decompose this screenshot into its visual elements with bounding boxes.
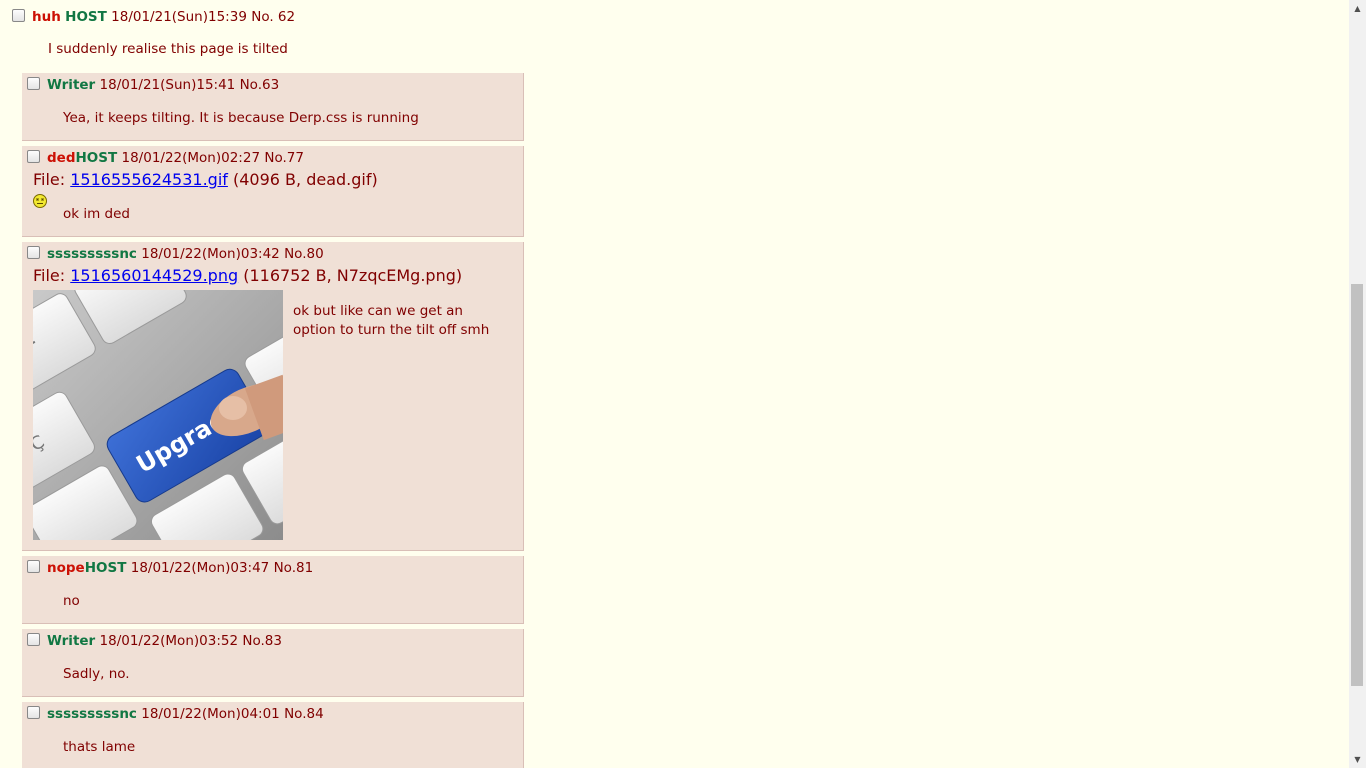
post-message: ok but like can we get an option to turn… bbox=[293, 302, 489, 340]
post-datetime: 18/01/21(Sun)15:39 bbox=[111, 9, 247, 25]
post-header: sssssssssnc 18/01/22(Mon)04:01 No.84 bbox=[47, 706, 324, 722]
post-number[interactable]: No.81 bbox=[274, 560, 314, 576]
post-number[interactable]: No.63 bbox=[240, 77, 280, 93]
reply-post: Writer 18/01/22(Mon)03:52 No.83 Sadly, n… bbox=[22, 629, 524, 697]
file-info: File: 1516555624531.gif (4096 B, dead.gi… bbox=[33, 170, 378, 189]
post-datetime: 18/01/22(Mon)02:27 bbox=[121, 150, 261, 166]
post-header: nopeHOST 18/01/22(Mon)03:47 No.81 bbox=[47, 560, 313, 576]
thread-page: huh HOST 18/01/21(Sun)15:39 No. 62 I sud… bbox=[0, 0, 1349, 768]
delete-checkbox[interactable] bbox=[27, 77, 40, 90]
post-number[interactable]: No.80 bbox=[284, 246, 324, 262]
delete-checkbox[interactable] bbox=[27, 633, 40, 646]
poster-tripcode: Writer bbox=[47, 633, 96, 649]
post-message: no bbox=[63, 593, 80, 609]
post-message: I suddenly realise this page is tilted bbox=[48, 41, 288, 57]
post-header: Writer 18/01/21(Sun)15:41 No.63 bbox=[47, 77, 279, 93]
reply-post: Writer 18/01/21(Sun)15:41 No.63 Yea, it … bbox=[22, 73, 524, 141]
file-info: File: 1516560144529.png (116752 B, N7zqc… bbox=[33, 266, 462, 285]
poster-name: ded bbox=[47, 150, 76, 166]
post-datetime: 18/01/21(Sun)15:41 bbox=[99, 77, 236, 93]
poster-tripcode: sssssssssnc bbox=[47, 246, 137, 262]
post-datetime: 18/01/22(Mon)03:52 bbox=[99, 633, 239, 649]
file-link[interactable]: 1516555624531.gif bbox=[70, 170, 228, 189]
post-header: Writer 18/01/22(Mon)03:52 No.83 bbox=[47, 633, 282, 649]
file-details: (4096 B, dead.gif) bbox=[227, 170, 378, 189]
post-header: sssssssssnc 18/01/22(Mon)03:42 No.80 bbox=[47, 246, 324, 262]
post-number[interactable]: No. 62 bbox=[251, 9, 295, 25]
file-details: (116752 B, N7zqcEMg.png) bbox=[238, 266, 463, 285]
vertical-scrollbar[interactable]: ▲ ▼ bbox=[1349, 0, 1366, 768]
file-link[interactable]: 1516560144529.png bbox=[70, 266, 238, 285]
file-label: File: bbox=[33, 266, 71, 285]
poster-tripcode: HOST bbox=[65, 9, 107, 25]
poster-tripcode: HOST bbox=[84, 560, 127, 576]
post-message: Sadly, no. bbox=[63, 666, 130, 682]
post-message: Yea, it keeps tilting. It is because Der… bbox=[63, 110, 419, 126]
poster-tripcode: Writer bbox=[47, 77, 96, 93]
poster-name: huh bbox=[32, 9, 61, 25]
poster-tripcode: sssssssssnc bbox=[47, 706, 137, 722]
reply-post: dedHOST 18/01/22(Mon)02:27 No.77 File: 1… bbox=[22, 146, 524, 237]
post-header: dedHOST 18/01/22(Mon)02:27 No.77 bbox=[47, 150, 304, 166]
delete-checkbox[interactable] bbox=[27, 560, 40, 573]
post-datetime: 18/01/22(Mon)03:42 bbox=[141, 246, 280, 262]
message-line: option to turn the tilt off smh bbox=[293, 322, 490, 338]
reply-post: sssssssssnc 18/01/22(Mon)04:01 No.84 tha… bbox=[22, 702, 524, 768]
poster-name: nope bbox=[47, 560, 85, 576]
post-message: thats lame bbox=[63, 739, 136, 755]
post-header: huh HOST 18/01/21(Sun)15:39 No. 62 bbox=[32, 9, 295, 25]
post-datetime: 18/01/22(Mon)04:01 bbox=[141, 706, 280, 722]
post-number[interactable]: No.84 bbox=[284, 706, 324, 722]
scroll-down-arrow-icon[interactable]: ▼ bbox=[1349, 751, 1366, 768]
delete-checkbox[interactable] bbox=[27, 150, 40, 163]
message-line: ok but like can we get an bbox=[293, 303, 463, 319]
reply-post: nopeHOST 18/01/22(Mon)03:47 No.81 no bbox=[22, 556, 524, 624]
keyboard-upgrade-thumbnail[interactable]: Upgrade Ç bbox=[33, 290, 283, 540]
post-number[interactable]: No.77 bbox=[264, 150, 304, 166]
file-label: File: bbox=[33, 170, 71, 189]
post-message: ok im ded bbox=[63, 206, 131, 222]
delete-checkbox[interactable] bbox=[27, 246, 40, 259]
poster-tripcode: HOST bbox=[75, 150, 118, 166]
delete-checkbox[interactable] bbox=[12, 9, 25, 22]
post-number[interactable]: No.83 bbox=[242, 633, 282, 649]
delete-checkbox[interactable] bbox=[27, 706, 40, 719]
dead-smiley-thumbnail[interactable] bbox=[33, 194, 47, 208]
scrollbar-thumb[interactable] bbox=[1351, 284, 1363, 686]
post-datetime: 18/01/22(Mon)03:47 bbox=[130, 560, 270, 576]
reply-post: sssssssssnc 18/01/22(Mon)03:42 No.80 Fil… bbox=[22, 242, 524, 551]
scroll-up-arrow-icon[interactable]: ▲ bbox=[1349, 0, 1366, 17]
